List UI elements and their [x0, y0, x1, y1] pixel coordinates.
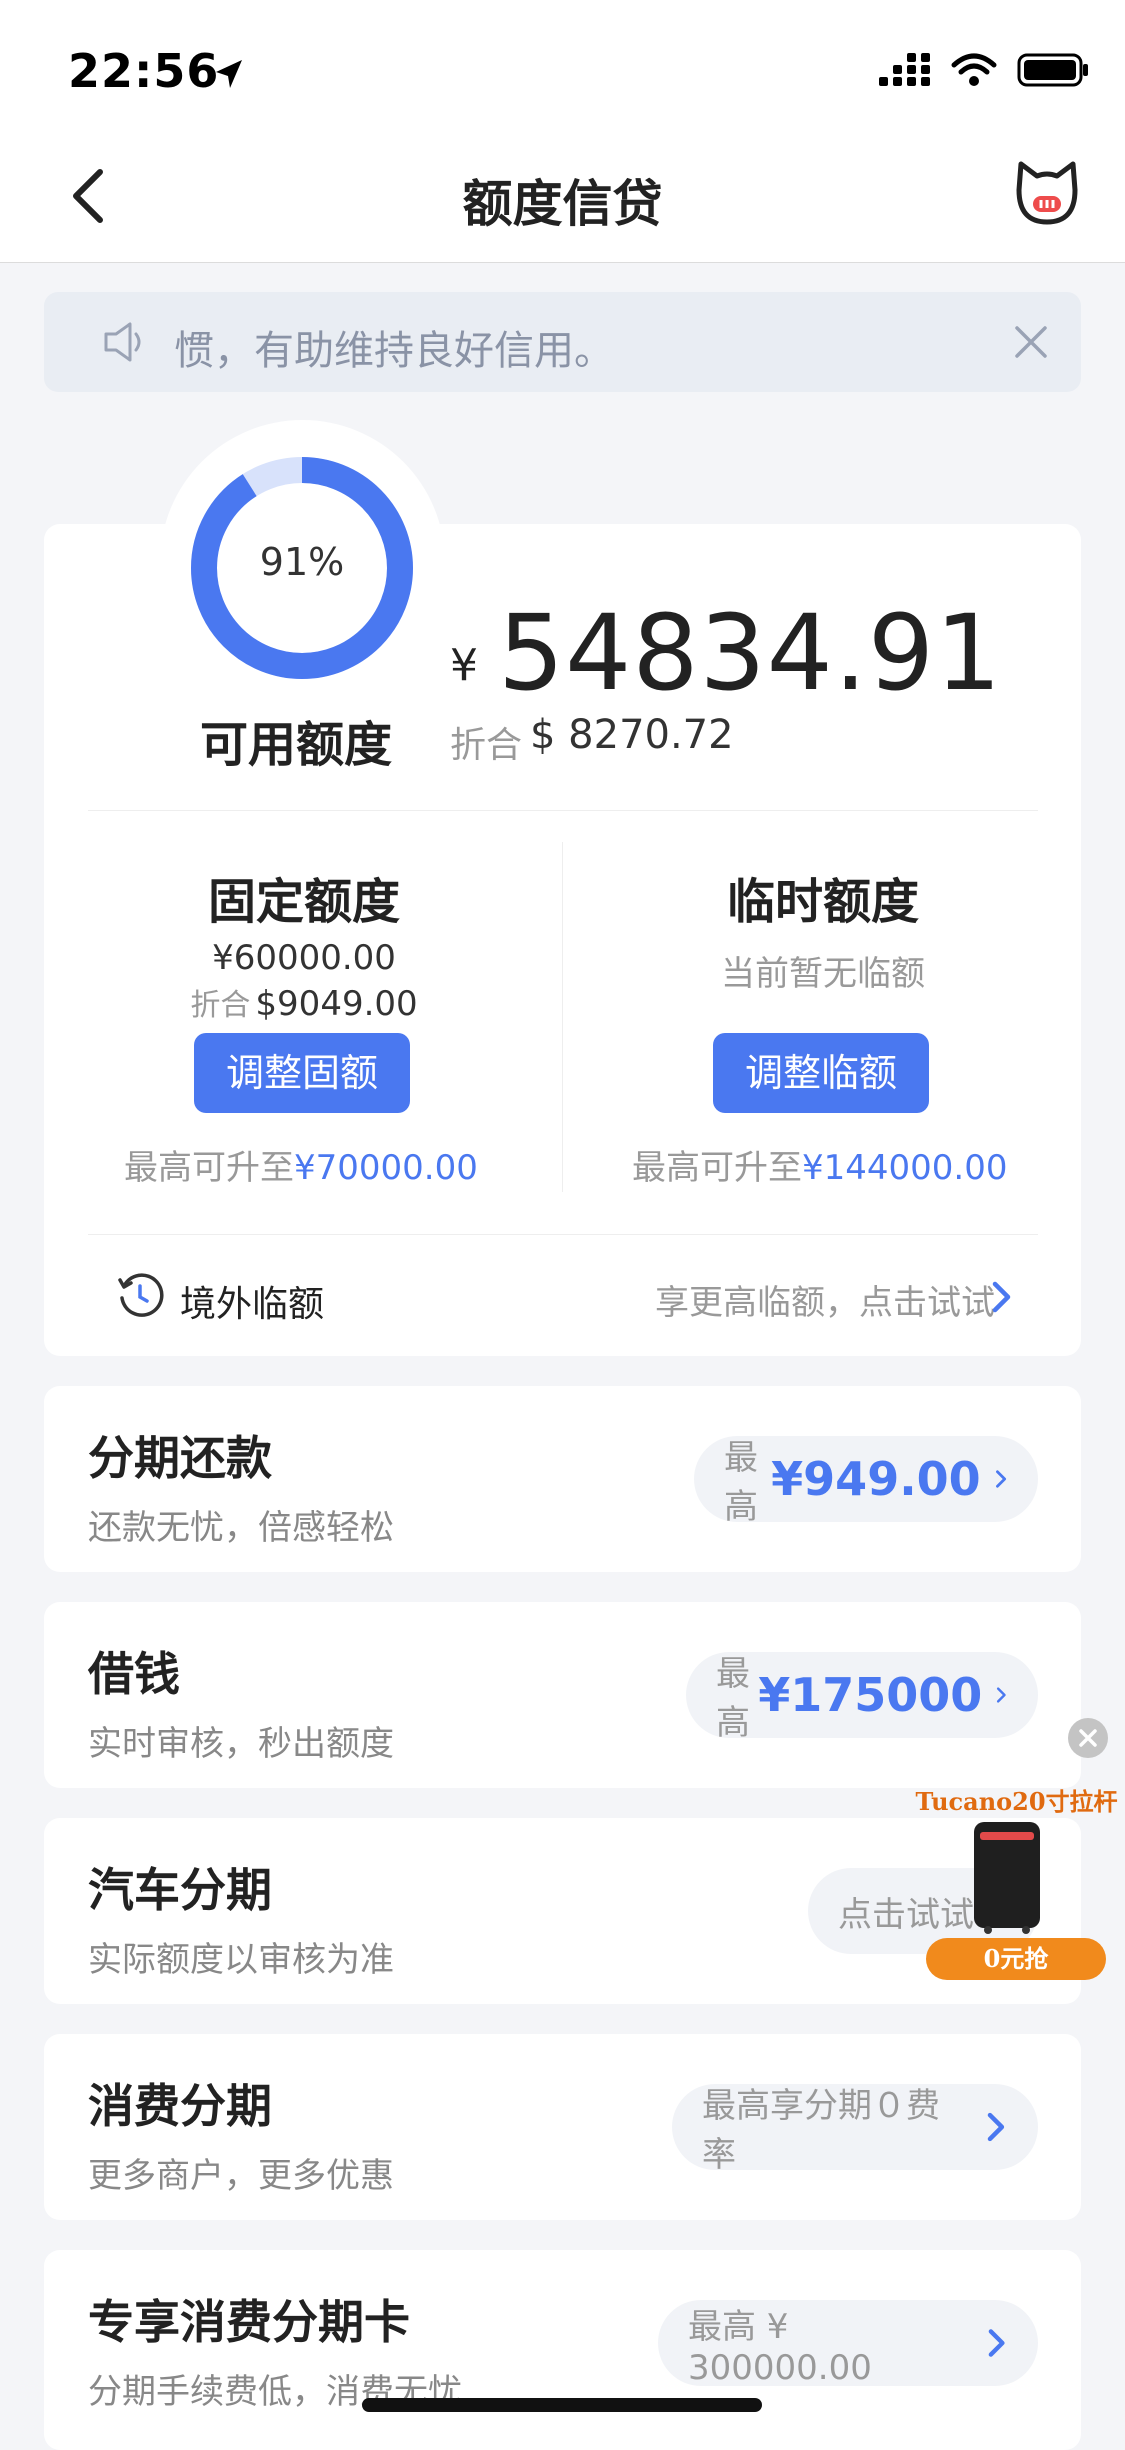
currency-symbol: ¥ — [450, 640, 478, 691]
item-title: 借钱 — [88, 1647, 180, 1701]
close-icon — [1079, 1729, 1097, 1747]
chevron-right-icon[interactable] — [990, 1280, 1014, 1314]
usd-equivalent-amount: $ 8270.72 — [530, 712, 734, 758]
floating-promo-ad[interactable]: Tucano20寸拉杆箱 0元抢 — [908, 1770, 1125, 1995]
installment-repay-pill[interactable]: 最高 ¥949.00 — [694, 1436, 1038, 1527]
fixed-max-value: ¥70000.00 — [294, 1148, 478, 1188]
page-title: 额度信贷 — [462, 175, 663, 233]
pill-text: 最高享分期０费率 — [702, 2086, 940, 2175]
divider — [88, 810, 1038, 811]
temp-max-line: 最高可升至¥144000.00 — [632, 1140, 1008, 1189]
pill-value: ¥175000 — [758, 1668, 983, 1722]
status-time: 22:56 — [68, 44, 220, 98]
adjust-temp-credit-button[interactable]: 调整临额 — [713, 1033, 929, 1113]
mascot-cat-icon[interactable] — [1013, 160, 1081, 228]
usd-equivalent-label: 折合 — [450, 725, 523, 766]
battery-icon — [1017, 53, 1088, 87]
fixed-usd-amount: $9049.00 — [255, 984, 418, 1024]
promo-close-button[interactable] — [1068, 1718, 1108, 1758]
available-credit-label: 可用额度 — [200, 717, 393, 773]
item-title: 消费分期 — [88, 2079, 272, 2133]
nav-bar: 额度信贷 — [0, 130, 1125, 263]
item-subtitle: 实际额度以审核为准 — [88, 1940, 394, 1980]
item-title: 汽车分期 — [88, 1863, 272, 1917]
temp-max-value: ¥144000.00 — [802, 1148, 1008, 1188]
temp-credit-status: 当前暂无临额 — [721, 954, 925, 994]
notice-text: 惯，有助维持良好信用。 — [174, 328, 614, 374]
item-subtitle: 实时审核，秒出额度 — [88, 1724, 394, 1764]
consumer-installment-pill[interactable]: 最高享分期０费率 — [672, 2084, 1038, 2175]
overseas-credit-label[interactable]: 境外临额 — [180, 1275, 324, 1327]
notice-banner[interactable]: 惯，有助维持良好信用。 — [44, 292, 1081, 392]
chevron-right-icon — [988, 2329, 1005, 2357]
chevron-right-icon — [995, 1470, 1006, 1488]
fixed-credit-section: 固定额度 ¥60000.00 折合 $9049.00 — [44, 862, 564, 1024]
item-subtitle: 更多商户，更多优惠 — [88, 2156, 394, 2196]
available-credit-amount: 54834.91 — [498, 592, 1003, 714]
pill-text: 最高 ¥ 300000.00 — [688, 2306, 872, 2388]
fixed-credit-amount: ¥60000.00 — [212, 938, 396, 978]
divider — [88, 1234, 1038, 1235]
history-clock-icon — [118, 1273, 164, 1317]
borrow-pill[interactable]: 最高 ¥175000 — [686, 1652, 1038, 1743]
fixed-usd-label: 折合 — [190, 988, 251, 1023]
pill-prefix: 最高 — [724, 1438, 758, 1527]
adjust-fixed-credit-button[interactable]: 调整固额 — [194, 1033, 410, 1113]
pill-prefix: 最高 — [716, 1654, 750, 1743]
chevron-right-icon — [987, 2112, 1005, 2142]
cellular-signal-icon — [879, 53, 930, 86]
item-title: 专享消费分期卡 — [88, 2295, 410, 2349]
fixed-max-line: 最高可升至¥70000.00 — [124, 1140, 478, 1189]
item-title: 分期还款 — [88, 1431, 272, 1485]
close-icon[interactable] — [1013, 324, 1049, 360]
pill-value: ¥949.00 — [771, 1452, 981, 1506]
ring-percent-label: 91% — [259, 540, 345, 584]
chevron-right-icon — [997, 1687, 1007, 1703]
promo-badge: 0元抢 — [926, 1938, 1106, 1980]
wifi-icon — [951, 53, 997, 86]
status-bar: 22:56 — [0, 0, 1125, 130]
temp-max-prefix: 最高可升至 — [632, 1148, 802, 1188]
home-indicator — [362, 2398, 762, 2412]
fixed-max-prefix: 最高可升至 — [124, 1148, 294, 1188]
overseas-credit-hint[interactable]: 享更高临额，点击试试 — [655, 1275, 995, 1324]
item-subtitle: 还款无忧，倍感轻松 — [88, 1508, 394, 1548]
temp-credit-section: 临时额度 当前暂无临额 — [563, 862, 1083, 995]
suitcase-image — [974, 1822, 1040, 1934]
temp-credit-title: 临时额度 — [726, 874, 919, 930]
exclusive-card-pill[interactable]: 最高 ¥ 300000.00 — [658, 2300, 1038, 2388]
fixed-credit-title: 固定额度 — [207, 874, 400, 930]
speaker-icon — [104, 322, 141, 362]
location-arrow-icon — [216, 60, 242, 88]
